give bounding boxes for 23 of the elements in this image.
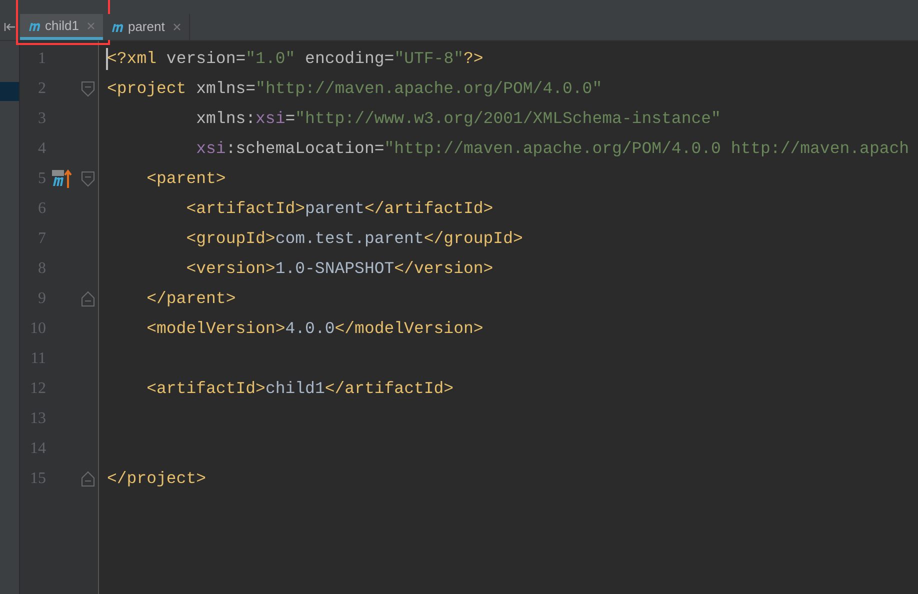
fold-open-icon[interactable]	[81, 171, 95, 187]
maven-parent-icon[interactable]	[51, 169, 73, 189]
fold-close-icon[interactable]	[81, 291, 95, 307]
close-icon[interactable]	[86, 22, 95, 30]
code-line: <parent>	[146, 169, 226, 189]
close-icon[interactable]	[172, 23, 181, 31]
code-line: <modelVersion>4.0.0</modelVersion>	[146, 319, 484, 339]
collapse-arrow-icon[interactable]	[4, 22, 16, 32]
code-line: <version>1.0-SNAPSHOT</version>	[185, 259, 494, 279]
code-line: <project xmlns="http://maven.apache.org/POM/4.0.0"	[107, 79, 602, 99]
fold-open-icon[interactable]	[81, 81, 95, 97]
code-line: <artifactId>child1</artifactId>	[146, 379, 454, 399]
editor-tab[interactable]: child1	[20, 14, 103, 40]
selection-bar	[0, 82, 19, 101]
code-line: </parent>	[146, 289, 236, 309]
fold-close-icon[interactable]	[81, 471, 95, 487]
code-line: <?xml version="1.0" encoding="UTF-8"?>	[107, 49, 484, 69]
code-line: <artifactId>parent</artifactId>	[185, 199, 494, 219]
maven-m-icon	[110, 21, 125, 33]
code-line: </project>	[107, 469, 206, 489]
code-line: xsi:schemaLocation="http://maven.apache.org/POM/4.0.0 http://maven.apach	[195, 139, 910, 159]
code-line: <groupId>com.test.parent</groupId>	[185, 229, 523, 249]
code-line: xmlns:xsi="http://www.w3.org/2001/XMLSchema-instance"	[195, 109, 721, 129]
